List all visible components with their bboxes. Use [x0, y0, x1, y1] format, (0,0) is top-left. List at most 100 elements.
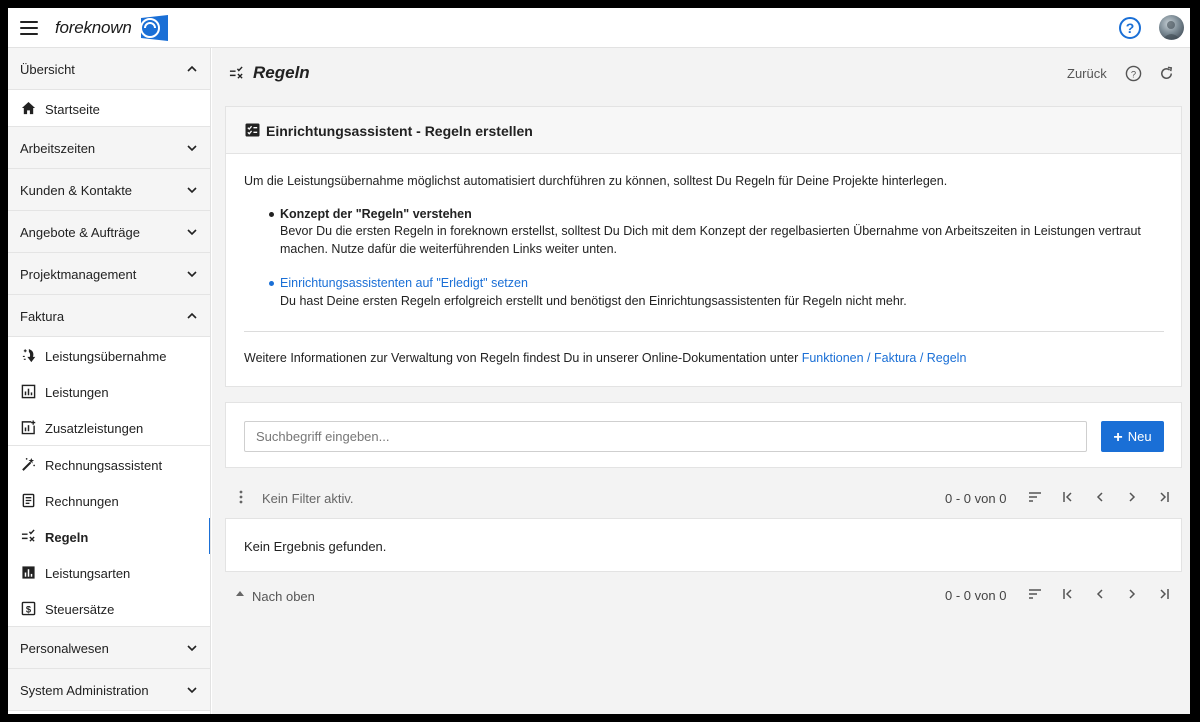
sidebar-item-leistungsarten[interactable]: Leistungsarten [8, 554, 210, 590]
sidebar-item-label: Zusatzleistungen [45, 421, 144, 436]
sidebar-section-kunden[interactable]: Kunden & Kontakte [8, 169, 210, 211]
sort-icon[interactable] [1028, 490, 1042, 504]
sidebar-item-startseite[interactable]: Startseite [8, 90, 210, 126]
next-page-icon[interactable] [1125, 490, 1139, 504]
sidebar-item-label: Leistungsübernahme [45, 349, 167, 364]
back-to-top-link[interactable]: Nach oben [252, 589, 315, 604]
sidebar-item-label: Steuersätze [45, 602, 115, 617]
help-icon[interactable]: ? [1118, 16, 1142, 40]
refresh-icon[interactable] [1158, 65, 1175, 82]
more-info: Weitere Informationen zur Verwaltung von… [244, 349, 966, 367]
sidebar-section-label: Übersicht [20, 62, 75, 77]
arrow-up-icon[interactable] [236, 590, 244, 596]
wizard-intro: Um die Leistungsübernahme möglichst auto… [244, 174, 948, 188]
menu-icon[interactable] [18, 17, 40, 39]
bottom-bar: Nach oben 0 - 0 von 0 [225, 575, 1182, 613]
previous-page-icon[interactable] [1093, 490, 1107, 504]
wizard-body: Um die Leistungsübernahme möglichst auto… [225, 154, 1182, 387]
sidebar-section-label: Faktura [20, 309, 65, 324]
chevron-down-icon [187, 187, 197, 194]
sidebar-section-label: Arbeitszeiten [20, 141, 96, 156]
documentation-link[interactable]: Funktionen / Faktura / Regeln [802, 351, 967, 365]
sidebar-item-leistungen[interactable]: Leistungen [8, 373, 210, 409]
new-button-label: Neu [1127, 428, 1152, 444]
chevron-down-icon [187, 687, 197, 694]
step-title: Konzept der "Regeln" verstehen [280, 207, 472, 221]
report-icon [21, 384, 36, 399]
sidebar-item-label: Leistungen [45, 385, 109, 400]
back-button[interactable]: Zurück [1067, 66, 1107, 81]
logo-icon [140, 15, 168, 41]
svg-text:$: $ [26, 604, 32, 614]
search-card: +Neu [225, 402, 1182, 468]
chevron-down-icon [187, 145, 197, 152]
sidebar-section-projektmanagement[interactable]: Projektmanagement [8, 253, 210, 295]
sidebar-section-label: System Administration [20, 683, 149, 698]
sort-icon[interactable] [1028, 587, 1042, 601]
home-icon [21, 101, 36, 115]
wizard-header: Einrichtungsassistent - Regeln erstellen [225, 106, 1182, 154]
sidebar-item-label: Rechnungen [45, 494, 119, 509]
filter-bar: Kein Filter aktiv. 0 - 0 von 0 [225, 478, 1182, 516]
next-page-icon[interactable] [1125, 587, 1139, 601]
chevron-down-icon [187, 229, 197, 236]
sidebar-section-label: Personalwesen [20, 641, 109, 656]
sidebar-item-label: Regeln [45, 530, 89, 545]
main-content: Regeln Zurück ? Einrichtungsassistent - … [212, 48, 1190, 714]
first-page-icon[interactable] [1061, 490, 1075, 504]
previous-page-icon[interactable] [1093, 587, 1107, 601]
rule-icon [21, 529, 35, 542]
step-description: machen. Nutze dafür die weiterführenden … [280, 242, 617, 256]
logo-text[interactable]: foreknown [55, 18, 132, 38]
more-vert-icon[interactable] [238, 490, 244, 504]
chevron-up-icon [187, 65, 197, 72]
chevron-down-icon [187, 645, 197, 652]
chart-icon [22, 566, 35, 579]
step-description: Du hast Deine ersten Regeln erfolgreich … [280, 294, 907, 308]
svg-text:?: ? [1131, 69, 1136, 80]
sidebar-section-personalwesen[interactable]: Personalwesen [8, 627, 210, 669]
first-page-icon[interactable] [1061, 587, 1075, 601]
app-window: foreknown ? Übersicht Startseite Arbeits… [8, 8, 1190, 714]
sidebar-section-system-administration[interactable]: System Administration [8, 669, 210, 711]
search-input[interactable] [244, 421, 1087, 452]
more-info-text: Weitere Informationen zur Verwaltung von… [244, 351, 802, 365]
range-text: 0 - 0 von 0 [945, 588, 1007, 603]
help-icon[interactable]: ? [1125, 65, 1142, 82]
sidebar-section-faktura[interactable]: Faktura [8, 295, 210, 337]
sidebar-section-label: Projektmanagement [20, 267, 137, 282]
sidebar-item-zusatzleistungen[interactable]: Zusatzleistungen [8, 409, 210, 445]
sidebar-item-leistungsuebernahme[interactable]: Leistungsübernahme [8, 337, 210, 373]
sidebar: Übersicht Startseite Arbeitszeiten Kunde… [8, 48, 211, 714]
mark-done-link[interactable]: Einrichtungsassistenten auf "Erledigt" s… [280, 274, 528, 292]
page-header: Regeln Zurück ? [212, 48, 1190, 98]
sidebar-section-arbeitszeiten[interactable]: Arbeitszeiten [8, 127, 210, 169]
sidebar-item-regeln[interactable]: Regeln [8, 518, 210, 554]
sidebar-section-overview[interactable]: Übersicht [8, 48, 210, 90]
wizard-title: Einrichtungsassistent - Regeln erstellen [266, 123, 533, 139]
plus-icon: + [1113, 428, 1123, 446]
sidebar-item-steuersaetze[interactable]: $ Steuersätze [8, 590, 210, 626]
sidebar-item-rechnungsassistent[interactable]: Rechnungsassistent [8, 446, 210, 482]
sidebar-item-label: Rechnungsassistent [45, 458, 163, 473]
magic-wand-icon [22, 457, 35, 471]
range-text: 0 - 0 von 0 [945, 491, 1007, 506]
sidebar-item-label: Startseite [45, 102, 100, 117]
last-page-icon[interactable] [1157, 490, 1171, 504]
avatar[interactable] [1159, 15, 1184, 40]
divider [244, 331, 1164, 332]
bullet [269, 212, 274, 217]
sidebar-item-rechnungen[interactable]: Rechnungen [8, 482, 210, 518]
dollar-icon: $ [21, 601, 36, 616]
chevron-up-icon [187, 312, 197, 319]
sidebar-section-label: Kunden & Kontakte [20, 183, 133, 198]
receipt-icon [22, 493, 35, 508]
sidebar-section-angebote[interactable]: Angebote & Aufträge [8, 211, 210, 253]
rule-icon [229, 66, 243, 79]
chevron-down-icon [187, 271, 197, 278]
checklist-icon [245, 123, 260, 137]
filter-status: Kein Filter aktiv. [262, 491, 354, 506]
new-button[interactable]: + Neu [1101, 421, 1164, 452]
last-page-icon[interactable] [1157, 587, 1171, 601]
sidebar-section-label: Angebote & Aufträge [20, 225, 140, 240]
